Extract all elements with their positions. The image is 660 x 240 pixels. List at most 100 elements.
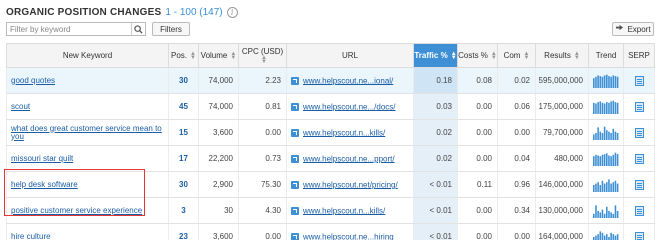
export-button[interactable]: Export (612, 22, 654, 36)
serp-icon[interactable] (634, 101, 644, 112)
volume-cell: 74,000 (198, 93, 239, 120)
table-row: hire culture 23 3,600 0.00 www.helpscout.ne.… (6, 223, 655, 240)
trend-bar (603, 126, 606, 140)
trend-bar (614, 75, 617, 88)
position-cell[interactable]: 30 (168, 171, 199, 198)
column-header-com[interactable]: Com ▲ ▼ (497, 43, 536, 68)
trend-bar-chart (593, 178, 619, 192)
column-header-url[interactable]: URL (286, 43, 414, 68)
trend-bar (612, 74, 615, 88)
url-link[interactable]: www.helpscout.net/pricing/ (303, 180, 398, 189)
trend-bar (616, 183, 619, 192)
trend-cell[interactable] (588, 93, 624, 120)
external-link-icon[interactable] (291, 76, 299, 85)
url-link[interactable]: www.helpscout.ne...hiring (303, 232, 394, 240)
trend-bar (603, 103, 606, 114)
trend-bar (599, 100, 602, 114)
column-header-keyword[interactable]: New Keyword (6, 43, 169, 68)
traffic-cell: 0.02 (413, 145, 458, 172)
external-link-icon[interactable] (291, 128, 299, 137)
serp-icon[interactable] (634, 179, 644, 190)
external-link-icon[interactable] (291, 180, 299, 189)
keyword-link[interactable]: positive customer service experience (11, 206, 142, 215)
url-cell: www.helpscout.ne.../docs/ (286, 93, 414, 120)
position-cell[interactable]: 15 (168, 119, 199, 146)
cpc-cell: 0.00 (238, 223, 287, 240)
trend-bar (614, 204, 617, 218)
results-cell: 164,000,000 (535, 223, 589, 240)
com-cell: 0.34 (497, 197, 536, 224)
url-link[interactable]: www.helpscout.ne...pport/ (303, 154, 395, 163)
trend-bar (610, 132, 612, 140)
filters-button[interactable]: Filters (152, 22, 190, 36)
position-cell[interactable]: 3 (168, 197, 199, 224)
results-cell: 79,700,000 (535, 119, 589, 146)
serp-cell[interactable] (623, 223, 655, 240)
external-link-icon[interactable] (291, 102, 299, 111)
results-cell: 130,000,000 (535, 197, 589, 224)
keyword-cell: positive customer service experience (6, 197, 169, 224)
column-header-results[interactable]: Results ▲ ▼ (535, 43, 589, 68)
column-header-costs[interactable]: Costs % ▲ ▼ (457, 43, 498, 68)
column-header-trend[interactable]: Trend (588, 43, 624, 68)
trend-cell[interactable] (588, 197, 624, 224)
trend-cell[interactable] (588, 223, 624, 240)
trend-bar (597, 74, 599, 88)
position-cell[interactable]: 45 (168, 93, 199, 120)
trend-bar (610, 211, 612, 218)
column-header-serp[interactable]: SERP (623, 43, 655, 68)
serp-cell[interactable] (623, 197, 655, 224)
url-link[interactable]: www.helpscout.n...kills/ (303, 128, 385, 137)
serp-cell[interactable] (623, 119, 655, 146)
table-body: good quotes 30 74,000 2.23 www.helpscout.ne.… (6, 67, 655, 240)
column-header-traffic[interactable]: Traffic % ▲ ▼ (413, 43, 458, 68)
url-link[interactable]: www.helpscout.ne.../docs/ (303, 102, 396, 111)
trend-bar (593, 77, 595, 88)
serp-icon[interactable] (634, 153, 644, 164)
keyword-link[interactable]: good quotes (11, 76, 55, 85)
trend-cell[interactable] (588, 171, 624, 198)
results-cell: 595,000,000 (535, 67, 589, 94)
position-cell[interactable]: 30 (168, 67, 199, 94)
trend-bar (606, 74, 608, 88)
external-link-icon[interactable] (291, 232, 299, 240)
column-header-pos[interactable]: Pos. ▲ ▼ (168, 43, 199, 68)
info-circle-icon[interactable]: i (226, 6, 238, 18)
traffic-cell: < 0.01 (413, 171, 458, 198)
serp-icon[interactable] (634, 205, 644, 216)
keyword-filter-input[interactable] (7, 23, 131, 35)
serp-cell[interactable] (623, 67, 655, 94)
column-header-volume[interactable]: Volume ▲ ▼ (198, 43, 239, 68)
trend-bar (595, 204, 597, 218)
serp-icon[interactable] (634, 127, 644, 138)
serp-icon[interactable] (634, 231, 644, 240)
trend-bar (599, 184, 602, 192)
keyword-link[interactable]: help desk software (11, 180, 78, 189)
trend-cell[interactable] (588, 67, 624, 94)
results-range[interactable]: 1 - 100 (147) (165, 7, 222, 18)
trend-bar (612, 154, 615, 166)
trend-cell[interactable] (588, 145, 624, 172)
position-cell[interactable]: 17 (168, 145, 199, 172)
volume-cell: 30 (198, 197, 239, 224)
column-header-cpc[interactable]: CPC (USD)▲ ▼ (238, 43, 287, 68)
search-icon[interactable] (131, 23, 145, 35)
url-link[interactable]: www.helpscout.ne...ional/ (303, 76, 393, 85)
position-cell[interactable]: 23 (168, 223, 199, 240)
url-link[interactable]: www.helpscout.n...kills/ (303, 206, 385, 215)
sort-arrows-icon: ▲ ▼ (261, 55, 267, 66)
serp-cell[interactable] (623, 145, 655, 172)
keyword-link[interactable]: scout (11, 102, 30, 111)
keyword-link[interactable]: missouri star quilt (11, 154, 73, 163)
trend-bar (608, 75, 610, 88)
trend-bar (616, 76, 619, 88)
serp-icon[interactable] (634, 75, 644, 86)
serp-cell[interactable] (623, 171, 655, 198)
external-link-icon[interactable] (291, 206, 299, 215)
serp-cell[interactable] (623, 93, 655, 120)
keyword-link[interactable]: hire culture (11, 232, 51, 240)
external-link-icon[interactable] (291, 154, 299, 163)
trend-cell[interactable] (588, 119, 624, 146)
keyword-link[interactable]: what does great customer service mean to… (11, 124, 162, 141)
trend-bar (603, 153, 606, 166)
